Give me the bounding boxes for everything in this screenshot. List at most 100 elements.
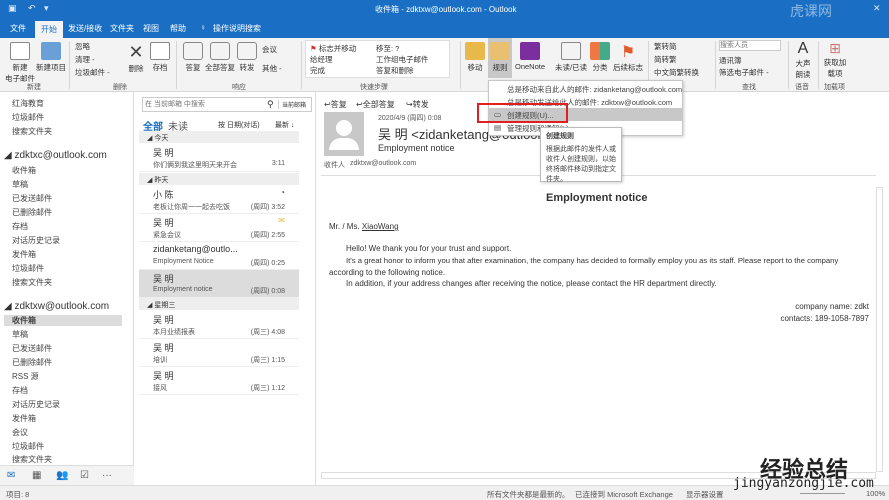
rules-button[interactable]: 规则 [488,38,512,78]
tab-file[interactable]: 文件 [10,23,26,34]
group-header[interactable]: ◢ 今天 [139,131,299,143]
zoom-slider[interactable] [800,493,845,494]
folder-item[interactable]: 垃圾邮件 [12,263,44,274]
tab-home[interactable]: 开始 [35,21,63,38]
calendar-icon[interactable]: ▦ [32,470,41,481]
folder-item[interactable]: 会议 [12,427,28,438]
to-address[interactable]: zdktxw@outlook.com [350,160,416,167]
folder-item[interactable]: 发件箱 [12,249,36,260]
reply-action[interactable]: ↩答复 [324,99,347,110]
onenote-button[interactable]: OneNote [514,42,546,71]
move-button[interactable]: 移动 [464,42,486,73]
undo-icon[interactable]: ↶ [28,3,36,14]
reply-all-button[interactable]: 全部答复 [204,42,236,73]
conversion-button[interactable]: 中文简繁转换 [654,67,699,78]
list-item[interactable]: 吴 明 ✉ 紧急会议 (周四) 2:55 [139,214,299,242]
folder-item[interactable]: 红海教育 [12,98,44,109]
account-header[interactable]: ◢ zdktxw@outlook.com [4,301,109,312]
reply-button[interactable]: 答复 [182,42,204,73]
folder-item[interactable]: 草稿 [12,329,28,340]
search-input[interactable] [145,99,265,110]
search-scope-dropdown[interactable]: 当前邮箱 [278,100,306,109]
cleanup-button[interactable]: 清理 - [75,54,95,65]
folder-item[interactable]: 草稿 [12,179,28,190]
quick-step[interactable]: 工作组电子邮件 [376,54,429,65]
t2s-button[interactable]: 繁转简 [654,41,677,52]
archive-button[interactable]: 存档 [150,42,170,73]
list-item[interactable]: 吴 明接风 (周三) 1:12 [139,367,299,395]
quick-step[interactable]: ⚑ 标志并移动 [310,43,356,54]
menu-item-move-from-sender[interactable]: 总是移动来自此人的邮件: zidanketang@outlook.com [489,82,682,95]
sort-order[interactable]: 最新 ↓ [275,120,294,130]
folder-item[interactable]: 已发送邮件 [12,193,52,204]
quick-step[interactable]: 答复和删除 [376,65,414,76]
list-item[interactable]: 小 陈 ◔ 老板让你周一一起去吃饭 (周四) 3:52 [139,186,299,214]
read-aloud-button[interactable]: A 大声朗读 [792,40,814,80]
s2t-button[interactable]: 简转繁 [654,54,677,65]
folder-item[interactable]: 对话历史记录 [12,235,60,246]
customize-icon[interactable]: ▾ [44,3,49,14]
folder-item[interactable]: 已发送邮件 [12,343,52,354]
sort-dropdown[interactable]: 按 日期(对话) [218,120,260,130]
forward-action[interactable]: ↪转发 [406,99,429,110]
tasks-icon[interactable]: ☑ [80,470,89,481]
list-item[interactable]: 吴 明培训 (周三) 1:15 [139,339,299,367]
filter-email-button[interactable]: 筛选电子邮件 - [719,67,769,78]
folder-item[interactable]: 已删除邮件 [12,357,52,368]
quick-step[interactable]: 给经理 [310,54,333,65]
close-icon[interactable]: ✕ [873,3,881,14]
connection-status: 已连接到 Microsoft Exchange [575,490,673,499]
delete-button[interactable]: ✕ 删除 [126,42,146,74]
group-header[interactable]: ◢ 星期三 [139,298,299,310]
quick-step[interactable]: 完成 [310,65,325,76]
label: 今天 [154,135,169,142]
folder-item[interactable]: 搜索文件夹 [12,277,52,288]
list-item[interactable]: zidanketang@outlo... Employment Notice (周四… [139,242,299,270]
categorize-button[interactable]: 分类 [590,42,610,73]
tab-view[interactable]: 视图 [143,23,159,34]
folder-item[interactable]: 搜索文件夹 [12,126,52,137]
folder-item[interactable]: 垃圾邮件 [12,112,44,123]
folder-item[interactable]: 存档 [12,221,28,232]
group-header[interactable]: ◢ 昨天 [139,173,299,185]
folder-item[interactable]: 收件箱 [12,165,36,176]
save-icon[interactable]: ▣ [8,3,17,14]
account-header[interactable]: ◢ zdktxc@outlook.com [4,150,107,161]
reply-all-action[interactable]: ↩全部答复 [356,99,395,110]
unread-read-button[interactable]: 未读/已读 [554,42,588,73]
junk-button[interactable]: 垃圾邮件 - [75,67,110,78]
new-items-button[interactable]: 新建项目 [36,42,66,73]
tab-help[interactable]: 帮助 [170,23,186,34]
new-email-button[interactable]: 新建 电子邮件 [4,42,36,84]
quick-step[interactable]: 移至: ? [376,43,399,54]
folder-item[interactable]: 对话历史记录 [12,399,60,410]
people-icon[interactable]: 👥 [56,470,68,481]
time: (周四) 0:08 [250,288,285,295]
folder-item-inbox-selected[interactable]: 收件箱 [4,315,122,326]
search-people-input[interactable] [719,40,781,51]
folder-item[interactable]: 搜索文件夹 [12,454,52,465]
tell-me-search[interactable]: 操作说明搜索 [213,23,261,34]
list-item[interactable]: 吴 明你们俩到我这里明天来开会 3:11 [139,144,299,172]
follow-up-button[interactable]: ⚑ 后续标志 [612,42,644,73]
more-respond-button[interactable]: 其他 - [262,63,282,74]
meeting-button[interactable]: 会议 [262,44,277,55]
search-icon[interactable]: ⚲ [267,99,274,110]
more-icon[interactable]: ··· [102,470,112,481]
folder-item[interactable]: 垃圾邮件 [12,441,44,452]
display-settings-button[interactable]: 显示器设置 [686,489,724,500]
forward-button[interactable]: 转发 [236,42,258,73]
mail-icon[interactable]: ✉ [7,470,15,481]
list-item[interactable]: 吴 明本月业绩报表 (周三) 4:08 [139,311,299,339]
tab-send-receive[interactable]: 发送/接收 [68,23,102,34]
folder-item[interactable]: 发件箱 [12,413,36,424]
address-book-button[interactable]: 通讯簿 [719,55,742,66]
list-item-selected[interactable]: 吴 明 Employment notice (周四) 0:08 [139,270,299,298]
folder-item[interactable]: RSS 源 [12,371,39,382]
folder-item[interactable]: 存档 [12,385,28,396]
ignore-button[interactable]: 忽略 [75,41,90,52]
get-addins-button[interactable]: ⊞ 获取加载项 [822,40,848,79]
vertical-scrollbar[interactable] [876,187,883,472]
tab-folder[interactable]: 文件夹 [110,23,134,34]
folder-item[interactable]: 已删除邮件 [12,207,52,218]
